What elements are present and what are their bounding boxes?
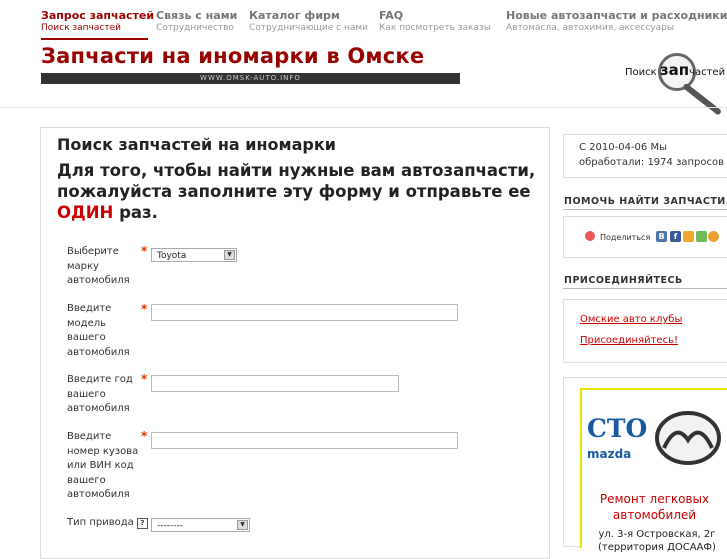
make-select[interactable]: Toyota ▼	[151, 248, 237, 262]
form-intro: Для того, чтобы найти нужные вам автозап…	[57, 160, 547, 223]
nav-item-faq[interactable]: FAQ Как посмотреть заказы	[379, 0, 494, 38]
header-divider	[0, 107, 727, 108]
make-label: Выберите марку автомобиля	[67, 246, 130, 286]
facebook-icon[interactable]: f	[670, 231, 681, 242]
intro-text: Для того, чтобы найти нужные вам автозап…	[57, 161, 536, 201]
request-counter-box: С 2010-04-06 Мы обработали: 1974 запросо…	[563, 134, 727, 178]
nav-item-title: Запрос запчастей	[41, 9, 155, 22]
ad-brand-mazda: mazda	[587, 447, 632, 461]
nav-item-catalog[interactable]: Каталог фирм Сотрудничающие с нами	[249, 0, 369, 38]
model-label: Введите модель вашего автомобиля	[67, 303, 130, 358]
share-box: Поделиться В f	[563, 216, 727, 258]
odnoklassniki-icon[interactable]	[683, 231, 694, 242]
required-mark: *	[141, 244, 148, 258]
moimir-icon[interactable]	[708, 231, 719, 242]
intro-emphasis: ОДИН	[57, 203, 114, 222]
year-label: Введите год вашего автомобиля	[67, 374, 133, 414]
friends-icon[interactable]	[696, 231, 707, 242]
vin-label: Введите номер кузова или ВИН код вашего …	[67, 431, 139, 500]
intro-end: раз.	[113, 203, 158, 222]
nav-item-subtitle: Автомасла, автохимия, аксессуары	[506, 23, 674, 33]
ad-address-text: ул. 3-я Островская, 2г (территория ДОСАА…	[598, 529, 716, 553]
top-navigation: Запрос запчастей Поиск запчастей Связь с…	[0, 0, 727, 40]
nav-item-title: Связь с нами	[156, 9, 238, 22]
year-input[interactable]	[151, 375, 399, 392]
drive-label-text: Тип привода	[67, 517, 134, 528]
vin-input[interactable]	[151, 432, 458, 449]
join-box: Омские авто клубы Присоединяйтесь!	[563, 299, 727, 363]
join-link[interactable]: Присоединяйтесь!	[580, 335, 678, 346]
search-logo-text: Поиск запчастей	[625, 61, 725, 79]
search-parts-logo[interactable]: Поиск запчастей	[616, 47, 727, 116]
mazda-logo-icon	[655, 411, 721, 465]
required-mark: *	[141, 302, 148, 316]
vkontakte-icon[interactable]: В	[656, 231, 667, 242]
nav-item-title: Каталог фирм	[249, 9, 340, 22]
search-logo-suffix: частей	[689, 67, 726, 78]
ad-service-text: Ремонт легковых автомобилей	[599, 492, 710, 522]
heading-underline	[563, 209, 727, 210]
dropdown-arrow-icon: ▼	[237, 520, 248, 530]
nav-item-title: FAQ	[379, 9, 404, 22]
nav-item-contact[interactable]: Связь с нами Сотрудничество	[156, 0, 241, 38]
required-mark: *	[141, 372, 148, 386]
parts-request-form: Поиск запчастей на иномарки Для того, чт…	[40, 127, 550, 559]
drive-select[interactable]: -------- ▼	[151, 518, 250, 532]
help-find-heading: ПОМОЧЬ НАЙТИ ЗАПЧАСТИ.	[564, 196, 727, 207]
advert-box: СТО mazda Ремонт легковых автомобилей ул…	[563, 377, 727, 553]
help-icon[interactable]: ?	[136, 518, 148, 529]
nav-item-subtitle: Поиск запчастей	[41, 23, 121, 33]
nav-item-subtitle: Как посмотреть заказы	[379, 23, 491, 33]
model-input[interactable]	[151, 304, 458, 321]
required-mark: *	[141, 429, 148, 443]
site-title[interactable]: Запчасти на иномарки в Омске	[41, 44, 424, 68]
share-icon[interactable]	[585, 231, 595, 241]
share-link[interactable]: Поделиться	[600, 233, 650, 242]
make-select-value: Toyota	[157, 251, 187, 261]
form-title: Поиск запчастей на иномарки	[57, 135, 336, 154]
drive-select-value: --------	[157, 521, 183, 531]
drive-label: Тип привода ?	[67, 516, 148, 531]
dropdown-arrow-icon: ▼	[224, 250, 235, 260]
magnifier-handle-icon	[682, 82, 723, 116]
site-url-bar: WWW.OMSK-AUTO.INFO	[41, 73, 460, 84]
nav-item-subtitle: Сотрудничество	[156, 23, 234, 33]
mazda-service-banner[interactable]: СТО mazda Ремонт легковых автомобилей ул…	[580, 388, 727, 553]
request-counter-text: С 2010-04-06 Мы обработали: 1974 запросо…	[579, 142, 725, 168]
heading-underline	[563, 288, 727, 289]
nav-item-new-parts[interactable]: Новые автозапчасти и расходники Автомасл…	[506, 0, 727, 38]
omsk-auto-clubs-link[interactable]: Омские авто клубы	[580, 314, 682, 325]
nav-item-subtitle: Сотрудничающие с нами	[249, 23, 369, 33]
nav-item-parts-request[interactable]: Запрос запчастей Поиск запчастей	[41, 0, 154, 40]
join-heading: ПРИСОЕДИНЯЙТЕСЬ	[564, 275, 683, 286]
search-logo-prefix: Поиск	[625, 67, 660, 78]
search-logo-big: зап	[659, 61, 690, 79]
nav-item-title: Новые автозапчасти и расходники	[506, 9, 727, 22]
ad-brand-sto: СТО	[587, 414, 648, 443]
